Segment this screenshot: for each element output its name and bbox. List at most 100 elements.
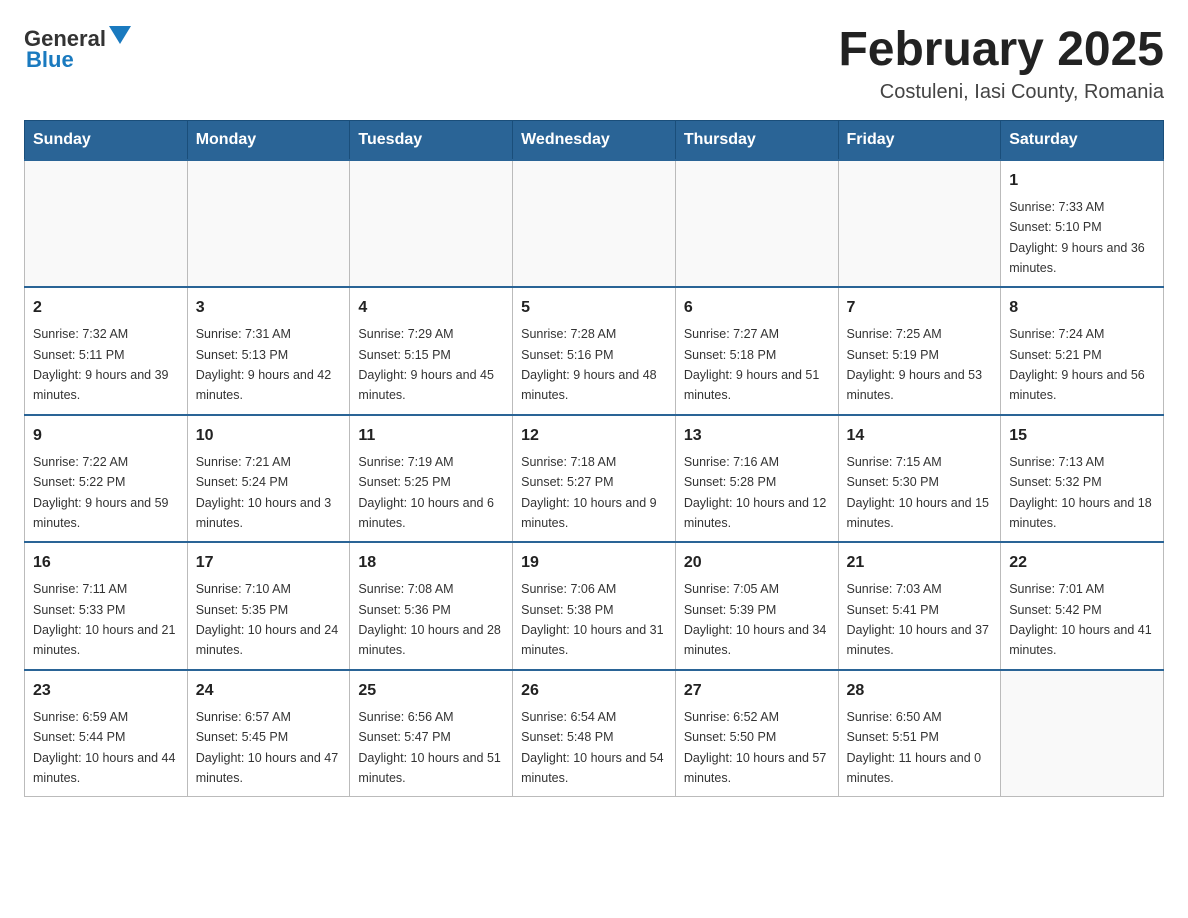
day-info: Sunrise: 7:25 AMSunset: 5:19 PMDaylight:… (847, 327, 983, 402)
day-of-week-header: Saturday (1001, 120, 1164, 160)
day-number: 25 (358, 679, 504, 703)
day-info: Sunrise: 7:05 AMSunset: 5:39 PMDaylight:… (684, 582, 826, 657)
calendar-day-cell: 24 Sunrise: 6:57 AMSunset: 5:45 PMDayligh… (187, 670, 350, 797)
calendar-week-row: 16 Sunrise: 7:11 AMSunset: 5:33 PMDayligh… (25, 542, 1164, 670)
day-info: Sunrise: 7:01 AMSunset: 5:42 PMDaylight:… (1009, 582, 1151, 657)
day-info: Sunrise: 6:50 AMSunset: 5:51 PMDaylight:… (847, 710, 982, 785)
day-number: 9 (33, 424, 179, 448)
calendar-day-cell: 27 Sunrise: 6:52 AMSunset: 5:50 PMDayligh… (675, 670, 838, 797)
day-info: Sunrise: 7:27 AMSunset: 5:18 PMDaylight:… (684, 327, 820, 402)
day-number: 14 (847, 424, 993, 448)
calendar-day-cell: 19Sunrise: 7:06 AMSunset: 5:38 PMDayligh… (513, 542, 676, 670)
day-number: 17 (196, 551, 342, 575)
calendar-day-cell: 16 Sunrise: 7:11 AMSunset: 5:33 PMDayligh… (25, 542, 188, 670)
day-of-week-header: Thursday (675, 120, 838, 160)
calendar-day-cell: 12 Sunrise: 7:18 AMSunset: 5:27 PMDayligh… (513, 415, 676, 543)
day-of-week-header: Friday (838, 120, 1001, 160)
day-info: Sunrise: 7:24 AMSunset: 5:21 PMDaylight:… (1009, 327, 1145, 402)
day-number: 10 (196, 424, 342, 448)
day-number: 23 (33, 679, 179, 703)
calendar-day-cell: 6 Sunrise: 7:27 AMSunset: 5:18 PMDaylight… (675, 287, 838, 415)
day-of-week-header: Tuesday (350, 120, 513, 160)
day-info: Sunrise: 7:32 AMSunset: 5:11 PMDaylight:… (33, 327, 169, 402)
day-info: Sunrise: 6:52 AMSunset: 5:50 PMDaylight:… (684, 710, 826, 785)
calendar-day-cell (187, 160, 350, 288)
day-number: 7 (847, 296, 993, 320)
calendar-day-cell (513, 160, 676, 288)
day-of-week-header: Sunday (25, 120, 188, 160)
day-info: Sunrise: 7:16 AMSunset: 5:28 PMDaylight:… (684, 455, 826, 530)
day-info: Sunrise: 6:59 AMSunset: 5:44 PMDaylight:… (33, 710, 175, 785)
day-number: 26 (521, 679, 667, 703)
calendar-day-cell (675, 160, 838, 288)
calendar-day-cell: 4 Sunrise: 7:29 AMSunset: 5:15 PMDaylight… (350, 287, 513, 415)
logo-blue-text: Blue (26, 47, 74, 73)
calendar-day-cell (350, 160, 513, 288)
day-info: Sunrise: 7:29 AMSunset: 5:15 PMDaylight:… (358, 327, 494, 402)
logo-arrow-icon (109, 26, 131, 48)
day-info: Sunrise: 7:11 AMSunset: 5:33 PMDaylight:… (33, 582, 175, 657)
calendar-day-cell: 10 Sunrise: 7:21 AMSunset: 5:24 PMDayligh… (187, 415, 350, 543)
day-info: Sunrise: 7:15 AMSunset: 5:30 PMDaylight:… (847, 455, 989, 530)
title-block: February 2025 Costuleni, Iasi County, Ro… (838, 24, 1164, 104)
day-info: Sunrise: 7:33 AMSunset: 5:10 PMDaylight:… (1009, 200, 1145, 275)
day-info: Sunrise: 7:06 AMSunset: 5:38 PMDaylight:… (521, 582, 663, 657)
calendar-header-row: SundayMondayTuesdayWednesdayThursdayFrid… (25, 120, 1164, 160)
calendar-day-cell: 26 Sunrise: 6:54 AMSunset: 5:48 PMDayligh… (513, 670, 676, 797)
calendar-day-cell: 3 Sunrise: 7:31 AMSunset: 5:13 PMDaylight… (187, 287, 350, 415)
day-number: 27 (684, 679, 830, 703)
day-number: 12 (521, 424, 667, 448)
calendar-day-cell: 11 Sunrise: 7:19 AMSunset: 5:25 PMDayligh… (350, 415, 513, 543)
day-number: 21 (847, 551, 993, 575)
calendar-day-cell (1001, 670, 1164, 797)
day-of-week-header: Wednesday (513, 120, 676, 160)
day-number: 20 (684, 551, 830, 575)
day-info: Sunrise: 7:21 AMSunset: 5:24 PMDaylight:… (196, 455, 332, 530)
calendar-day-cell: 7 Sunrise: 7:25 AMSunset: 5:19 PMDaylight… (838, 287, 1001, 415)
day-number: 22 (1009, 551, 1155, 575)
calendar-day-cell: 18Sunrise: 7:08 AMSunset: 5:36 PMDayligh… (350, 542, 513, 670)
day-number: 3 (196, 296, 342, 320)
calendar-week-row: 9 Sunrise: 7:22 AMSunset: 5:22 PMDaylight… (25, 415, 1164, 543)
day-number: 4 (358, 296, 504, 320)
calendar-day-cell: 13 Sunrise: 7:16 AMSunset: 5:28 PMDayligh… (675, 415, 838, 543)
calendar-day-cell: 20 Sunrise: 7:05 AMSunset: 5:39 PMDayligh… (675, 542, 838, 670)
day-number: 5 (521, 296, 667, 320)
day-number: 8 (1009, 296, 1155, 320)
calendar-day-cell: 5Sunrise: 7:28 AMSunset: 5:16 PMDaylight… (513, 287, 676, 415)
calendar-day-cell: 25 Sunrise: 6:56 AMSunset: 5:47 PMDayligh… (350, 670, 513, 797)
calendar-day-cell: 1Sunrise: 7:33 AMSunset: 5:10 PMDaylight… (1001, 160, 1164, 288)
calendar-day-cell: 8 Sunrise: 7:24 AMSunset: 5:21 PMDaylight… (1001, 287, 1164, 415)
calendar-day-cell: 21 Sunrise: 7:03 AMSunset: 5:41 PMDayligh… (838, 542, 1001, 670)
day-info: Sunrise: 7:13 AMSunset: 5:32 PMDaylight:… (1009, 455, 1151, 530)
day-of-week-header: Monday (187, 120, 350, 160)
day-number: 2 (33, 296, 179, 320)
calendar-title: February 2025 (838, 24, 1164, 77)
day-info: Sunrise: 7:19 AMSunset: 5:25 PMDaylight:… (358, 455, 494, 530)
day-info: Sunrise: 7:31 AMSunset: 5:13 PMDaylight:… (196, 327, 332, 402)
calendar-day-cell: 22 Sunrise: 7:01 AMSunset: 5:42 PMDayligh… (1001, 542, 1164, 670)
day-info: Sunrise: 6:56 AMSunset: 5:47 PMDaylight:… (358, 710, 500, 785)
calendar-day-cell: 17 Sunrise: 7:10 AMSunset: 5:35 PMDayligh… (187, 542, 350, 670)
day-info: Sunrise: 6:57 AMSunset: 5:45 PMDaylight:… (196, 710, 338, 785)
day-number: 16 (33, 551, 179, 575)
calendar-week-row: 1Sunrise: 7:33 AMSunset: 5:10 PMDaylight… (25, 160, 1164, 288)
page-header: General Blue February 2025 Costuleni, Ia… (24, 24, 1164, 104)
day-number: 11 (358, 424, 504, 448)
calendar-day-cell: 2 Sunrise: 7:32 AMSunset: 5:11 PMDaylight… (25, 287, 188, 415)
day-number: 6 (684, 296, 830, 320)
calendar-day-cell: 15Sunrise: 7:13 AMSunset: 5:32 PMDayligh… (1001, 415, 1164, 543)
day-info: Sunrise: 7:03 AMSunset: 5:41 PMDaylight:… (847, 582, 989, 657)
calendar-table: SundayMondayTuesdayWednesdayThursdayFrid… (24, 120, 1164, 798)
day-number: 13 (684, 424, 830, 448)
day-info: Sunrise: 7:10 AMSunset: 5:35 PMDaylight:… (196, 582, 338, 657)
calendar-day-cell (25, 160, 188, 288)
calendar-week-row: 23 Sunrise: 6:59 AMSunset: 5:44 PMDayligh… (25, 670, 1164, 797)
day-info: Sunrise: 7:18 AMSunset: 5:27 PMDaylight:… (521, 455, 657, 530)
calendar-week-row: 2 Sunrise: 7:32 AMSunset: 5:11 PMDaylight… (25, 287, 1164, 415)
day-info: Sunrise: 6:54 AMSunset: 5:48 PMDaylight:… (521, 710, 663, 785)
calendar-day-cell: 9 Sunrise: 7:22 AMSunset: 5:22 PMDaylight… (25, 415, 188, 543)
logo: General Blue (24, 24, 131, 73)
day-number: 24 (196, 679, 342, 703)
day-info: Sunrise: 7:22 AMSunset: 5:22 PMDaylight:… (33, 455, 169, 530)
